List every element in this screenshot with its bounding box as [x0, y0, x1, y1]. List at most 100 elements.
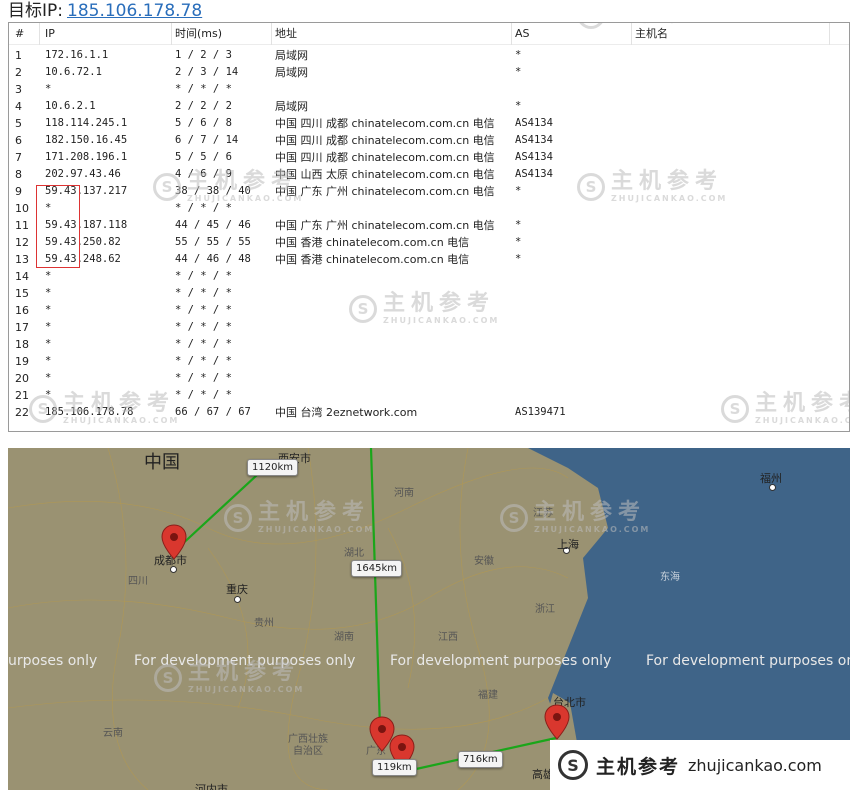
- table-row[interactable]: 14 * * / * / *: [9, 268, 849, 285]
- table-cell-address: 中国 台湾 2eznetwork.com: [275, 406, 418, 419]
- province-label: 广西壮族自治区: [288, 734, 328, 757]
- province-label: 江苏: [533, 508, 553, 519]
- table-cell-as: *: [515, 49, 522, 61]
- city-label-fuzhou: 福州: [760, 472, 782, 485]
- table-row[interactable]: 4 10.6.2.1 2 / 2 / 2 局域网 *: [9, 98, 849, 115]
- province-label: 江西: [438, 632, 458, 643]
- table-cell-ip: 10.6.2.1: [45, 100, 96, 112]
- table-row[interactable]: 2 10.6.72.1 2 / 3 / 14 局域网 *: [9, 64, 849, 81]
- table-cell-as: AS4134: [515, 117, 553, 129]
- province-label: 湖北: [344, 548, 364, 559]
- table-cell-time: 4 / 6 / 9: [175, 168, 232, 180]
- highlight-box: [36, 185, 80, 268]
- table-row[interactable]: 22 185.106.178.78 66 / 67 / 67 中国 台湾 2eznet…: [9, 404, 849, 421]
- table-cell-as: *: [515, 236, 522, 248]
- table-cell-address: 中国 香港 chinatelecom.com.cn 电信: [275, 236, 470, 249]
- column-header-hostname[interactable]: 主机名: [635, 23, 668, 45]
- table-cell-time: 44 / 45 / 46: [175, 219, 251, 231]
- column-header-as[interactable]: AS: [515, 23, 530, 45]
- table-cell-time: * / * / *: [175, 321, 232, 333]
- table-row[interactable]: 19 * * / * / *: [9, 353, 849, 370]
- table-cell-hop: 5: [15, 117, 22, 130]
- table-row[interactable]: 13 59.43.248.62 44 / 46 / 48 中国 香港 chinatel…: [9, 251, 849, 268]
- table-cell-address: 局域网: [275, 66, 308, 79]
- table-cell-ip: *: [45, 338, 52, 350]
- table-cell-hop: 12: [15, 236, 29, 249]
- table-cell-ip: *: [45, 372, 52, 384]
- table-cell-time: 5 / 6 / 8: [175, 117, 232, 129]
- table-row[interactable]: 3 * * / * / *: [9, 81, 849, 98]
- table-cell-time: * / * / *: [175, 202, 232, 214]
- brand-footer: S 主机参考 zhujicankao.com: [550, 740, 850, 790]
- column-divider[interactable]: [39, 23, 40, 45]
- table-cell-as: *: [515, 253, 522, 265]
- table-cell-time: 2 / 2 / 2: [175, 100, 232, 112]
- province-label: 云南: [103, 728, 123, 739]
- table-cell-time: 1 / 2 / 3: [175, 49, 232, 61]
- country-label: 中国: [144, 452, 180, 473]
- table-cell-ip: *: [45, 321, 52, 333]
- target-ip-link[interactable]: 185.106.178.78: [67, 1, 202, 21]
- sea-label: 东海: [660, 572, 680, 583]
- table-row[interactable]: 1 172.16.1.1 1 / 2 / 3 局域网 *: [9, 47, 849, 64]
- table-cell-hop: 11: [15, 219, 29, 232]
- table-cell-time: 44 / 46 / 48: [175, 253, 251, 265]
- table-cell-address: 中国 四川 成都 chinatelecom.com.cn 电信: [275, 134, 495, 147]
- table-cell-ip: *: [45, 287, 52, 299]
- table-row[interactable]: 6 182.150.16.45 6 / 7 / 14 中国 四川 成都 chinate…: [9, 132, 849, 149]
- column-divider[interactable]: [171, 23, 172, 45]
- table-cell-address: 中国 四川 成都 chinatelecom.com.cn 电信: [275, 117, 495, 130]
- table-cell-hop: 8: [15, 168, 22, 181]
- distance-label: 716km: [458, 751, 503, 768]
- table-row[interactable]: 10 * * / * / *: [9, 200, 849, 217]
- province-label: 四川: [128, 576, 148, 587]
- table-cell-time: 66 / 67 / 67: [175, 406, 251, 418]
- province-label: 安徽: [474, 556, 494, 567]
- column-header-ip[interactable]: IP: [45, 23, 55, 45]
- column-divider[interactable]: [511, 23, 512, 45]
- table-cell-time: * / * / *: [175, 372, 232, 384]
- dev-overlay-text: For development purposes only: [134, 653, 356, 669]
- route-map[interactable]: 中国 西安市 河南 江苏 安徽 湖北 四川 浙江 江西 贵州 湖南 福建 云南 …: [8, 448, 850, 790]
- table-row[interactable]: 5 118.114.245.1 5 / 6 / 8 中国 四川 成都 chinatel…: [9, 115, 849, 132]
- column-divider[interactable]: [271, 23, 272, 45]
- table-row[interactable]: 21 * * / * / *: [9, 387, 849, 404]
- table-cell-address: 局域网: [275, 49, 308, 62]
- table-cell-ip: 172.16.1.1: [45, 49, 109, 61]
- table-row[interactable]: 18 * * / * / *: [9, 336, 849, 353]
- table-cell-address: 中国 四川 成都 chinatelecom.com.cn 电信: [275, 151, 495, 164]
- table-row[interactable]: 20 * * / * / *: [9, 370, 849, 387]
- table-cell-ip: *: [45, 270, 52, 282]
- traceroute-table: # IP 时间(ms) 地址 AS 主机名 1 172.16.1.1 1 / 2 /…: [8, 22, 850, 432]
- table-cell-as: AS139471: [515, 406, 566, 418]
- table-cell-address: 中国 广东 广州 chinatelecom.com.cn 电信: [275, 219, 495, 232]
- province-label: 福建: [478, 690, 498, 701]
- table-row[interactable]: 9 59.43.137.217 38 / 38 / 40 中国 广东 广州 china…: [9, 183, 849, 200]
- map-marker-icon[interactable]: [544, 704, 570, 740]
- column-divider[interactable]: [829, 23, 830, 45]
- table-row[interactable]: 15 * * / * / *: [9, 285, 849, 302]
- table-cell-time: 55 / 55 / 55: [175, 236, 251, 248]
- province-label: 河南: [394, 488, 414, 499]
- table-row[interactable]: 11 59.43.187.118 44 / 45 / 46 中国 广东 广州 chin…: [9, 217, 849, 234]
- city-label-hekou: 河内市: [195, 783, 228, 790]
- city-label-shanghai: 上海: [557, 538, 579, 551]
- table-cell-ip: *: [45, 355, 52, 367]
- table-cell-hop: 19: [15, 355, 29, 368]
- table-row[interactable]: 8 202.97.43.46 4 / 6 / 9 中国 山西 太原 chinatele…: [9, 166, 849, 183]
- table-cell-ip: 171.208.196.1: [45, 151, 128, 163]
- map-marker-icon[interactable]: [161, 524, 187, 560]
- column-header-hop[interactable]: #: [15, 23, 24, 45]
- table-cell-hop: 3: [15, 83, 22, 96]
- table-row[interactable]: 16 * * / * / *: [9, 302, 849, 319]
- column-header-time[interactable]: 时间(ms): [175, 23, 222, 45]
- distance-label: 1120km: [247, 459, 298, 476]
- column-header-address[interactable]: 地址: [275, 23, 297, 45]
- column-divider[interactable]: [631, 23, 632, 45]
- table-row[interactable]: 12 59.43.250.82 55 / 55 / 55 中国 香港 chinatel…: [9, 234, 849, 251]
- table-row[interactable]: 17 * * / * / *: [9, 319, 849, 336]
- table-cell-as: *: [515, 66, 522, 78]
- province-label: 贵州: [254, 618, 274, 629]
- table-cell-as: *: [515, 219, 522, 231]
- table-row[interactable]: 7 171.208.196.1 5 / 5 / 6 中国 四川 成都 chinatel…: [9, 149, 849, 166]
